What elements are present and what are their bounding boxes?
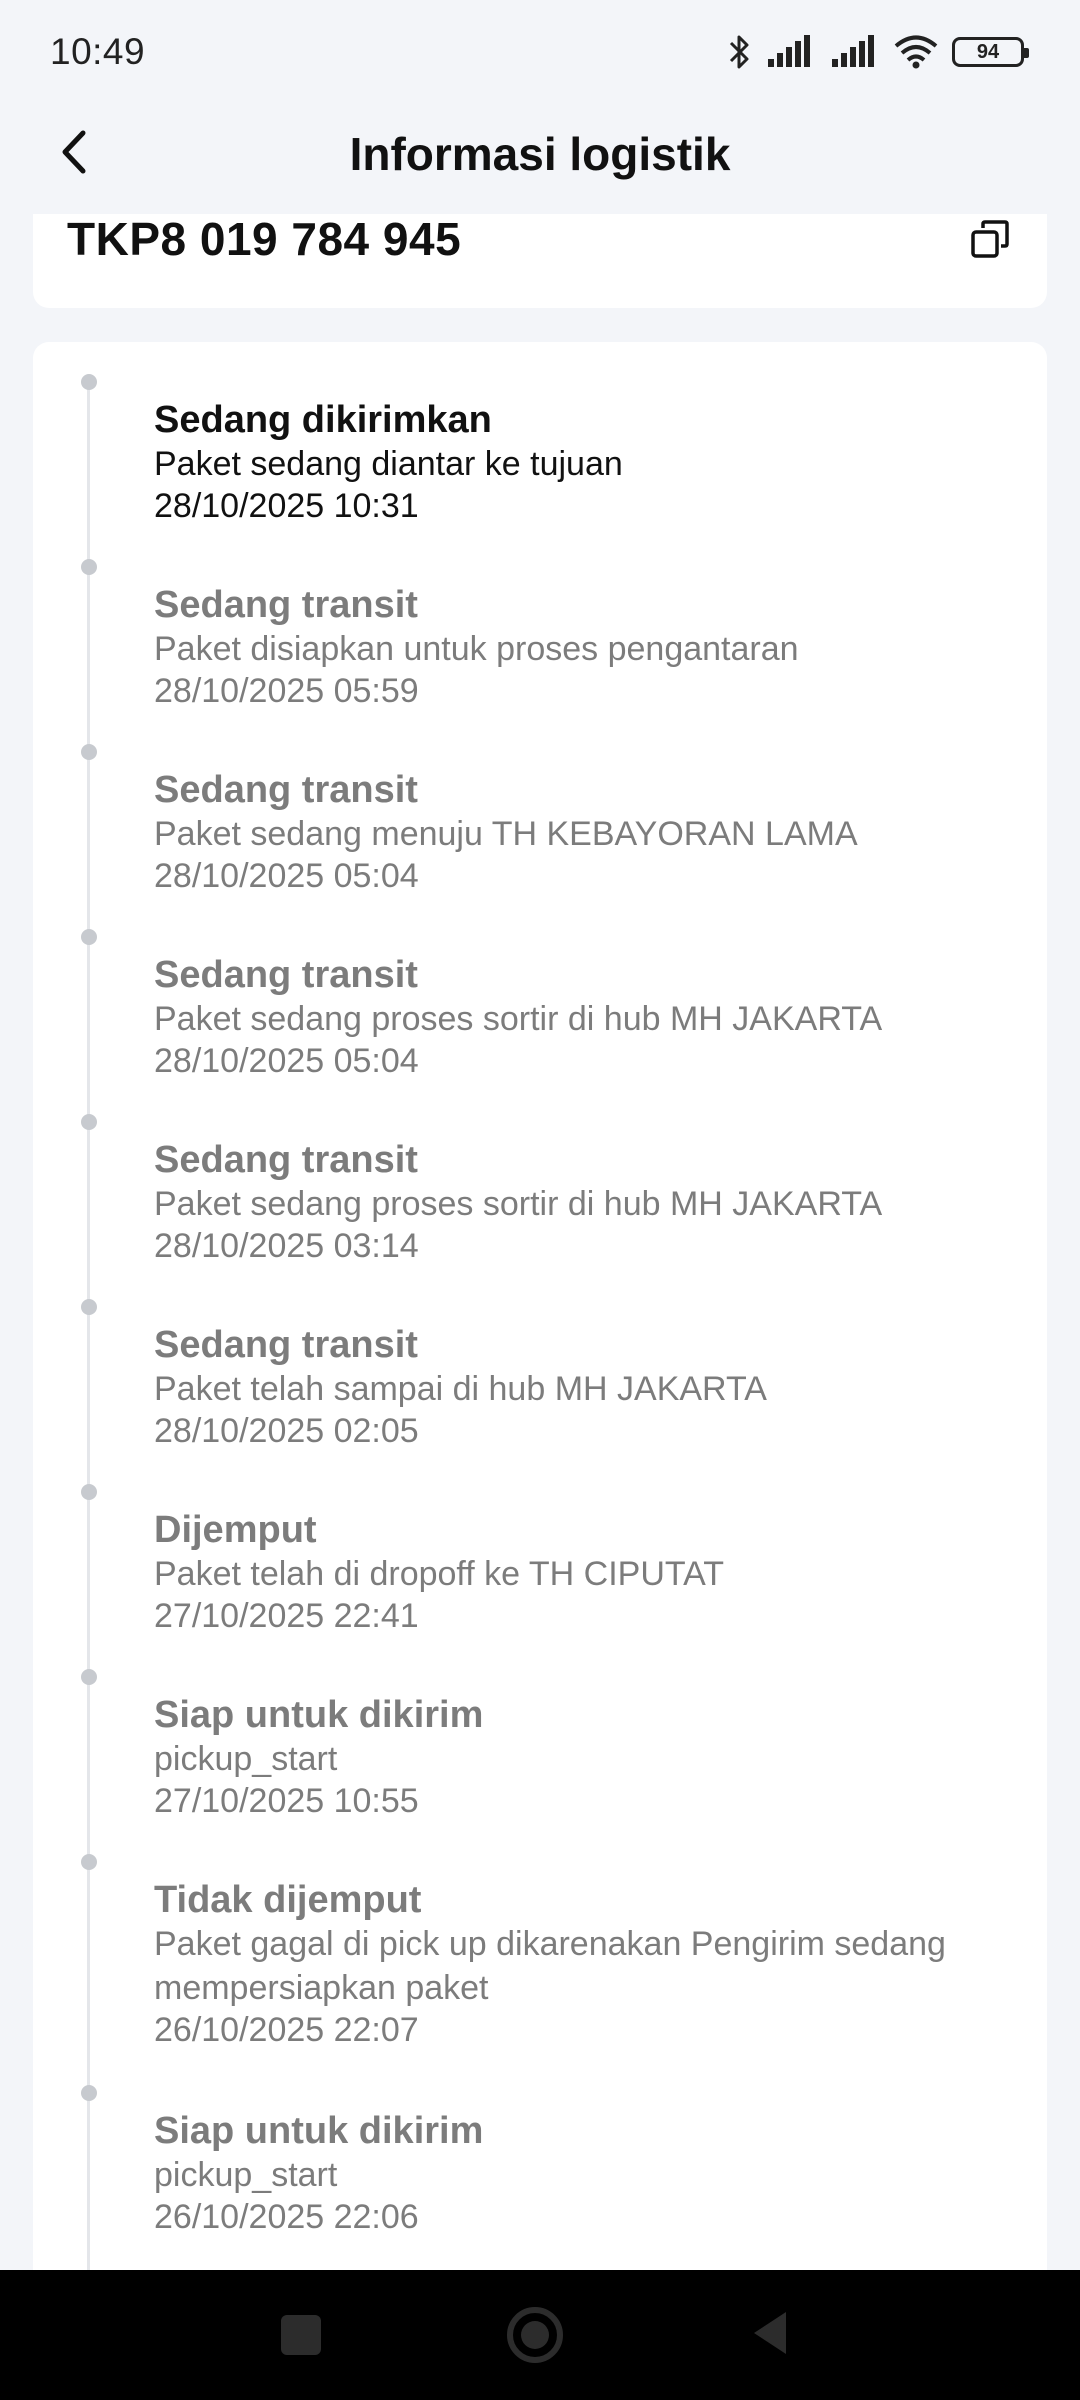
timeline-line [87, 382, 90, 2282]
event-time: 26/10/2025 22:06 [154, 2198, 419, 2236]
event-body: Sedang dikirimkan Paket sedang diantar k… [154, 398, 1024, 526]
event-status: Sedang transit [154, 1324, 418, 1366]
event-body: Sedang transit Paket disiapkan untuk pro… [154, 583, 1024, 711]
timeline-dot [81, 1854, 97, 1870]
event-body: Siap untuk dikirim pickup_start 27/10/20… [154, 1693, 1024, 1821]
event-description: pickup_start [154, 2156, 338, 2194]
event-description: Paket sedang proses sortir di hub MH JAK… [154, 1000, 883, 1038]
timeline-dot [81, 744, 97, 760]
event-time: 27/10/2025 22:41 [154, 1597, 419, 1635]
system-back-button[interactable] [720, 2270, 820, 2400]
event-description: Paket sedang menuju TH KEBAYORAN LAMA [154, 815, 858, 853]
event-description: Paket sedang proses sortir di hub MH JAK… [154, 1185, 883, 1223]
timeline-card: Sedang dikirimkan Paket sedang diantar k… [33, 342, 1047, 2282]
back-button[interactable] [44, 124, 104, 184]
event-status: Sedang transit [154, 954, 418, 996]
event-body: Sedang transit Paket telah sampai di hub… [154, 1323, 1024, 1451]
event-body: Sedang transit Paket sedang menuju TH KE… [154, 768, 1024, 896]
event-time: 28/10/2025 05:04 [154, 857, 419, 895]
event-status: Siap untuk dikirim [154, 2110, 484, 2152]
signal-icon [766, 35, 816, 69]
event-status: Sedang transit [154, 1139, 418, 1181]
event-status: Sedang transit [154, 769, 418, 811]
event-time: 27/10/2025 10:55 [154, 1782, 419, 1820]
recent-apps-button[interactable] [251, 2270, 351, 2400]
event-body: Siap untuk dikirim pickup_start 26/10/20… [154, 2109, 1024, 2237]
recent-apps-icon [281, 2315, 321, 2355]
event-body: Tidak dijemput Paket gagal di pick up di… [154, 1878, 1024, 2050]
back-triangle-icon [750, 2310, 790, 2361]
event-description: Paket gagal di pick up dikarenakan Pengi… [154, 1925, 946, 2007]
timeline-dot [81, 929, 97, 945]
chevron-left-icon [59, 129, 89, 180]
app-header: Informasi logistik [0, 104, 1080, 204]
event-status: Sedang transit [154, 584, 418, 626]
event-time: 28/10/2025 10:31 [154, 487, 419, 525]
event-status: Tidak dijemput [154, 1879, 422, 1921]
tracking-card: TKP8 019 784 945 [33, 214, 1047, 308]
status-time: 10:49 [50, 31, 146, 72]
timeline-dot [81, 1484, 97, 1500]
status-bar: 10:49 94 [0, 0, 1080, 104]
signal-icon [830, 35, 880, 69]
timeline-dot [81, 374, 97, 390]
system-nav-bar [0, 2270, 1080, 2400]
event-time: 28/10/2025 03:14 [154, 1227, 419, 1265]
event-description: Paket telah sampai di hub MH JAKARTA [154, 1370, 767, 1408]
home-icon [507, 2307, 563, 2363]
timeline-dot [81, 1114, 97, 1130]
event-time: 28/10/2025 05:04 [154, 1042, 419, 1080]
event-status: Dijemput [154, 1509, 317, 1551]
timeline-dot [81, 1669, 97, 1685]
tracking-number: TKP8 019 784 945 [67, 213, 462, 265]
status-icons: 94 [728, 33, 1029, 71]
copy-icon[interactable] [969, 218, 1013, 262]
event-description: Paket disiapkan untuk proses pengantaran [154, 630, 799, 668]
event-body: Sedang transit Paket sedang proses sorti… [154, 953, 1024, 1081]
event-status: Sedang dikirimkan [154, 399, 492, 441]
page-title: Informasi logistik [349, 128, 731, 180]
timeline-dot [81, 2085, 97, 2101]
timeline-dot [81, 559, 97, 575]
timeline-dot [81, 1299, 97, 1315]
home-button[interactable] [485, 2270, 585, 2400]
battery-level: 94 [976, 41, 1000, 63]
event-description: Paket telah di dropoff ke TH CIPUTAT [154, 1555, 725, 1593]
event-time: 28/10/2025 02:05 [154, 1412, 419, 1450]
event-body: Dijemput Paket telah di dropoff ke TH CI… [154, 1508, 1024, 1636]
event-status: Siap untuk dikirim [154, 1694, 484, 1736]
event-time: 28/10/2025 05:59 [154, 672, 419, 710]
bluetooth-icon [728, 33, 752, 71]
event-time: 26/10/2025 22:07 [154, 2011, 419, 2049]
battery-icon: 94 [952, 37, 1029, 67]
event-description: Paket sedang diantar ke tujuan [154, 445, 623, 483]
event-body: Sedang transit Paket sedang proses sorti… [154, 1138, 1024, 1266]
wifi-icon [894, 35, 938, 69]
event-description: pickup_start [154, 1740, 338, 1778]
